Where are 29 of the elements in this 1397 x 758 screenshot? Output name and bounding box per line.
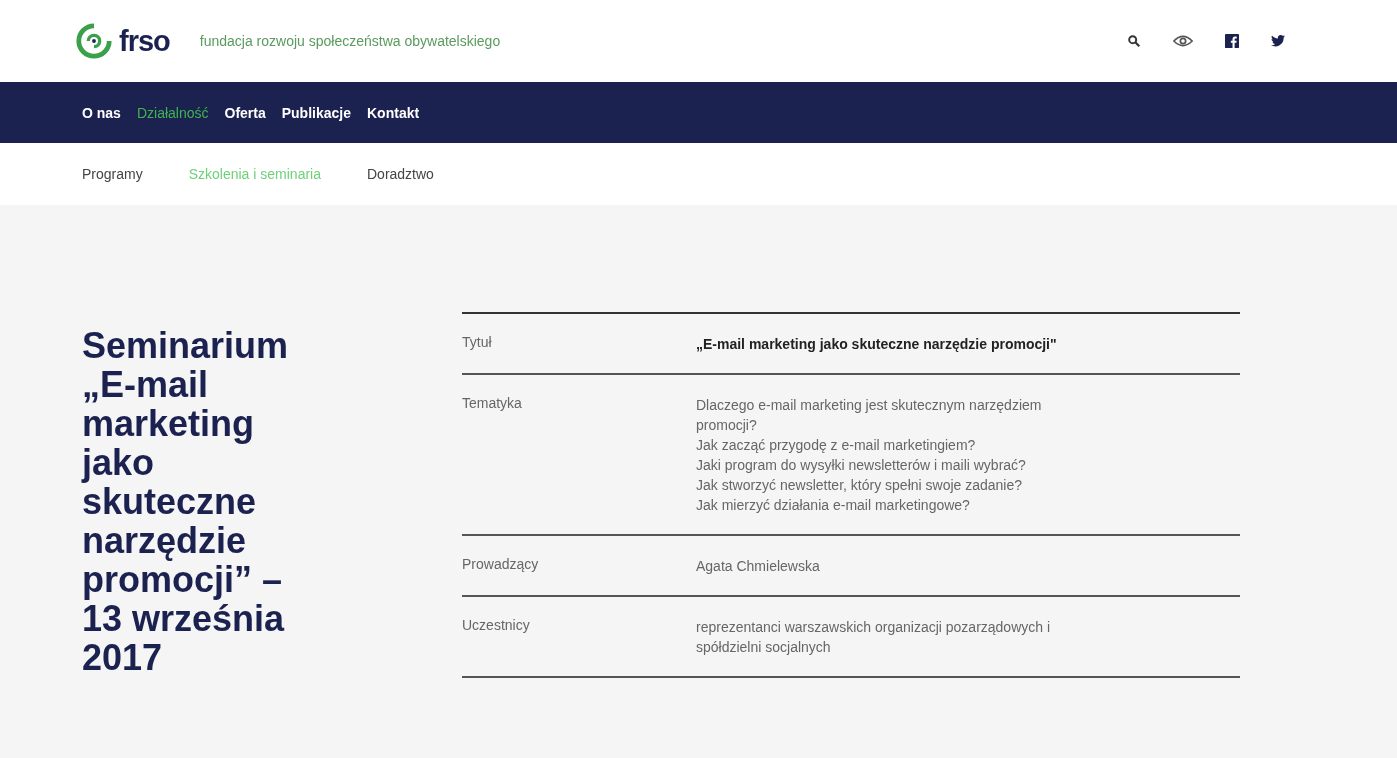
detail-label: Uczestnicy (462, 617, 531, 635)
subnav-link[interactable]: Programy (82, 166, 143, 182)
detail-label: Prowadzący (462, 556, 540, 574)
subnav-link[interactable]: Doradztwo (367, 166, 434, 182)
nav-link[interactable]: Oferta (224, 104, 266, 121)
detail-value: Jaki program do wysyłki newsletterów i maili wybrać? (696, 456, 1027, 475)
detail-value: Jak zacząć przygodę z e-mail marketingiem? (696, 436, 977, 455)
search-icon[interactable] (1127, 34, 1141, 48)
facebook-icon[interactable] (1225, 34, 1239, 48)
nav-link[interactable]: O nas (82, 104, 121, 121)
nav-link[interactable]: Publikacje (281, 104, 351, 121)
detail-value: reprezentanci warszawskich organizacji pozarządowych i (696, 618, 1051, 637)
detail-value: Jak stworzyć newsletter, który spełni swoje zadanie? (696, 476, 1024, 495)
logo-icon[interactable] (75, 22, 113, 60)
detail-value: Agata Chmielewska (696, 557, 820, 576)
page-heading: Seminarium „E-mail marketing jako skuteczne narzędzie promocji” – 13 września 2017 (82, 324, 290, 680)
detail-value: Dlaczego e-mail marketing jest skutecznym narzędziem (696, 396, 1042, 415)
detail-label: Tematyka (462, 395, 523, 413)
tagline: fundacja rozwoju społeczeństwa obywatelskiego (199, 33, 501, 49)
twitter-icon[interactable] (1271, 34, 1285, 48)
nav-link[interactable]: Działalność (136, 104, 209, 121)
detail-label: Tytuł (462, 334, 493, 352)
detail-value: promocji? (696, 416, 758, 435)
eye-icon[interactable] (1173, 34, 1193, 48)
nav-link[interactable]: Kontakt (367, 104, 420, 121)
detail-value: spółdzielni socjalnych (696, 638, 832, 657)
detail-value: „E-mail marketing jako skuteczne narzędzie promocji" (696, 335, 1057, 354)
logo-wordmark[interactable]: frso (119, 24, 170, 58)
detail-value: Jak mierzyć działania e-mail marketingowe? (696, 496, 971, 515)
